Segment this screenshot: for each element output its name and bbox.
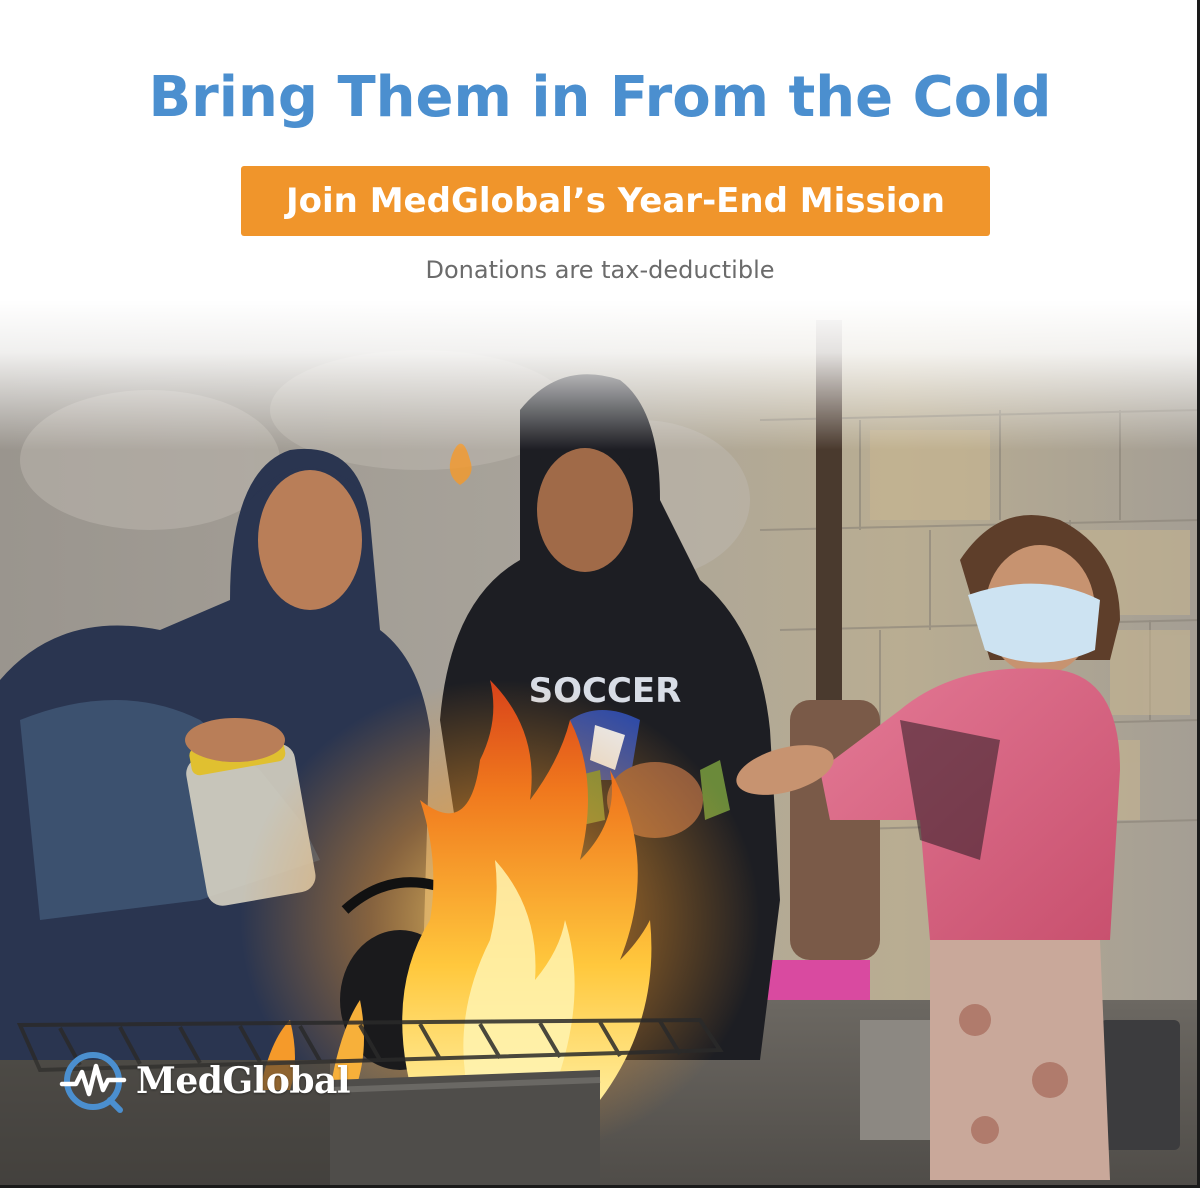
photo-top-fade <box>0 300 1200 450</box>
logo-wordmark: MedGlobal <box>136 1060 351 1102</box>
cta-banner[interactable]: Join MedGlobal’s Year-End Mission <box>241 166 990 236</box>
heartbeat-globe-icon <box>58 1046 128 1116</box>
medglobal-logo[interactable]: MedGlobal <box>58 1046 351 1116</box>
ad-canvas: Bring Them in From the Cold Join MedGlob… <box>0 0 1200 1188</box>
headline: Bring Them in From the Cold <box>148 65 1052 130</box>
tax-deductible-note: Donations are tax-deductible <box>425 256 775 284</box>
